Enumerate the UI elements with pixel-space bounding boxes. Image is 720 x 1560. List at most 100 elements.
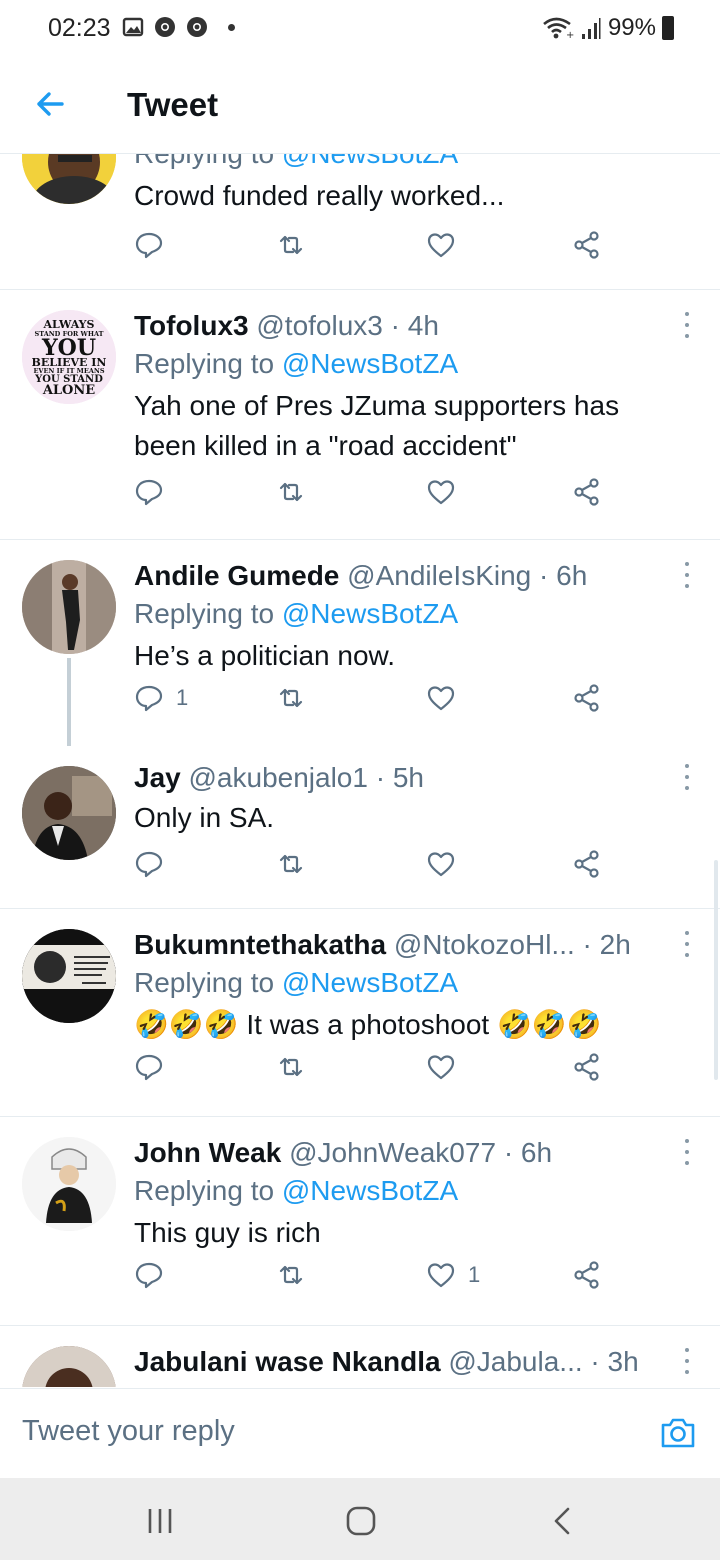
share-button[interactable] <box>572 472 602 512</box>
retweet-button[interactable] <box>276 678 306 718</box>
camera-icon[interactable] <box>658 1413 698 1453</box>
author-name[interactable]: Bukumntethakatha <box>134 929 386 960</box>
scrollbar[interactable] <box>714 860 718 1080</box>
share-icon <box>574 684 599 712</box>
retweet-icon <box>279 1265 303 1285</box>
reply-button[interactable] <box>134 844 176 884</box>
more-options-icon[interactable] <box>682 312 692 338</box>
tweet-time: · 6h <box>503 1137 553 1168</box>
author-handle[interactable]: @tofolux3 <box>256 310 383 341</box>
tweet-time: · 3h <box>590 1346 639 1377</box>
retweet-button[interactable] <box>276 1047 306 1087</box>
share-button[interactable] <box>572 1047 602 1087</box>
wifi-icon: + <box>543 17 574 40</box>
replying-to-link[interactable]: @NewsBotZA <box>282 598 458 629</box>
home-icon[interactable] <box>344 1504 378 1538</box>
share-icon <box>574 850 599 878</box>
notification-icons <box>122 16 235 38</box>
avatar[interactable]: ALWAYS STAND FOR WHAT YOU BELIEVE IN EVE… <box>22 310 116 404</box>
reply-icon <box>135 232 163 259</box>
avatar[interactable] <box>22 154 116 204</box>
retweet-button[interactable] <box>276 225 306 265</box>
reply-button[interactable] <box>134 472 176 512</box>
more-options-icon[interactable] <box>682 764 692 790</box>
tweet-text: Yah one of Pres JZuma supporters has bee… <box>134 390 620 461</box>
avatar[interactable] <box>22 929 116 1023</box>
author-line: Tofolux3 @tofolux3 · 4h <box>134 308 680 344</box>
more-notifications-dot <box>228 23 235 31</box>
author-handle[interactable]: @AndileIsKing <box>347 560 531 591</box>
author-name[interactable]: John Weak <box>134 1137 281 1168</box>
share-button[interactable] <box>572 1255 602 1295</box>
reply-button[interactable] <box>134 1255 176 1295</box>
like-count: 1 <box>468 1262 481 1287</box>
tweet-content: Jay @akubenjalo1 · 5h Only in SA. <box>134 760 680 838</box>
tweet-actions <box>134 844 614 884</box>
back-arrow-icon[interactable] <box>30 84 70 124</box>
back-icon[interactable] <box>546 1504 580 1538</box>
retweet-button[interactable] <box>276 1255 306 1295</box>
avatar[interactable] <box>22 766 116 860</box>
like-button[interactable] <box>426 225 468 265</box>
heart-icon <box>427 480 455 505</box>
tweet-text: 🤣🤣🤣 It was a photoshoot 🤣🤣🤣 <box>134 1009 602 1040</box>
more-options-icon[interactable] <box>682 931 692 957</box>
like-button[interactable] <box>426 1047 468 1087</box>
author-line: John Weak @JohnWeak077 · 6h <box>134 1135 680 1171</box>
tweet-content: Andile Gumede @AndileIsKing · 6h Replyin… <box>134 558 680 676</box>
tweet-item[interactable]: Andile Gumede @AndileIsKing · 6h Replyin… <box>0 540 720 753</box>
author-handle[interactable]: @JohnWeak077 <box>289 1137 496 1168</box>
author-line: Andile Gumede @AndileIsKing · 6h <box>134 558 680 594</box>
author-handle[interactable]: @akubenjalo1 <box>189 762 368 793</box>
retweet-button[interactable] <box>276 472 306 512</box>
author-handle[interactable]: @Jabula... <box>448 1346 582 1377</box>
author-handle[interactable]: @NtokozoHl... <box>394 929 575 960</box>
tweet-text: Only in SA. <box>134 802 275 833</box>
more-options-icon[interactable] <box>682 562 692 588</box>
tweet-item[interactable]: ALWAYS STAND FOR WHAT YOU BELIEVE IN EVE… <box>0 290 720 540</box>
avatar[interactable] <box>22 1137 116 1231</box>
share-button[interactable] <box>572 225 602 265</box>
reply-icon <box>135 1262 163 1289</box>
tweet-item[interactable]: Jabulani wase Nkandla @Jabula... · 3h <box>0 1326 720 1387</box>
like-button[interactable] <box>426 678 468 718</box>
avatar[interactable] <box>22 560 116 654</box>
more-options-icon[interactable] <box>682 1139 692 1165</box>
more-options-icon[interactable] <box>682 1348 692 1374</box>
share-button[interactable] <box>572 844 602 884</box>
replying-to-line: Replying to @NewsBotZA <box>134 1175 459 1206</box>
tweet-item[interactable]: Jay @akubenjalo1 · 5h Only in SA. <box>0 746 720 909</box>
tweet-actions: 1 <box>134 678 614 718</box>
retweet-button[interactable] <box>276 844 306 884</box>
author-name[interactable]: Jabulani wase Nkandla <box>134 1346 441 1377</box>
status-time: 02:23 <box>48 14 111 42</box>
avatar-text: ALONE <box>42 383 95 398</box>
reply-button[interactable] <box>134 225 176 265</box>
tweet-item[interactable]: John Weak @JohnWeak077 · 6h Replying to … <box>0 1117 720 1326</box>
reply-input[interactable]: Tweet your reply <box>22 1415 235 1448</box>
replying-to-link[interactable]: @NewsBotZA <box>282 967 458 998</box>
like-button[interactable] <box>426 472 468 512</box>
heart-icon <box>427 233 455 258</box>
like-button[interactable]: 1 <box>426 1255 480 1295</box>
retweet-icon <box>279 854 303 874</box>
recent-apps-icon[interactable] <box>143 1504 177 1538</box>
tweet-content: Bukumntethakatha @NtokozoHl... · 2h Repl… <box>134 927 680 1045</box>
tweet-item[interactable]: Replying to @NewsBotZA Crowd funded real… <box>0 154 720 290</box>
reply-button[interactable]: 1 <box>134 678 188 718</box>
share-button[interactable] <box>572 678 602 718</box>
avatar[interactable] <box>22 1346 116 1387</box>
author-name[interactable]: Jay <box>134 762 181 793</box>
reply-feed[interactable]: Replying to @NewsBotZA Crowd funded real… <box>0 154 720 1387</box>
reply-button[interactable] <box>134 1047 176 1087</box>
tweet-text: This guy is rich <box>134 1217 321 1248</box>
reply-count: 1 <box>176 685 189 710</box>
tweet-item[interactable]: Bukumntethakatha @NtokozoHl... · 2h Repl… <box>0 909 720 1117</box>
author-name[interactable]: Tofolux3 <box>134 310 249 341</box>
replying-to-link[interactable]: @NewsBotZA <box>282 1175 458 1206</box>
replying-to-link[interactable]: @NewsBotZA <box>282 154 458 169</box>
replying-to-link[interactable]: @NewsBotZA <box>282 348 458 379</box>
like-button[interactable] <box>426 844 468 884</box>
author-name[interactable]: Andile Gumede <box>134 560 339 591</box>
reply-composer[interactable]: Tweet your reply <box>0 1388 720 1478</box>
